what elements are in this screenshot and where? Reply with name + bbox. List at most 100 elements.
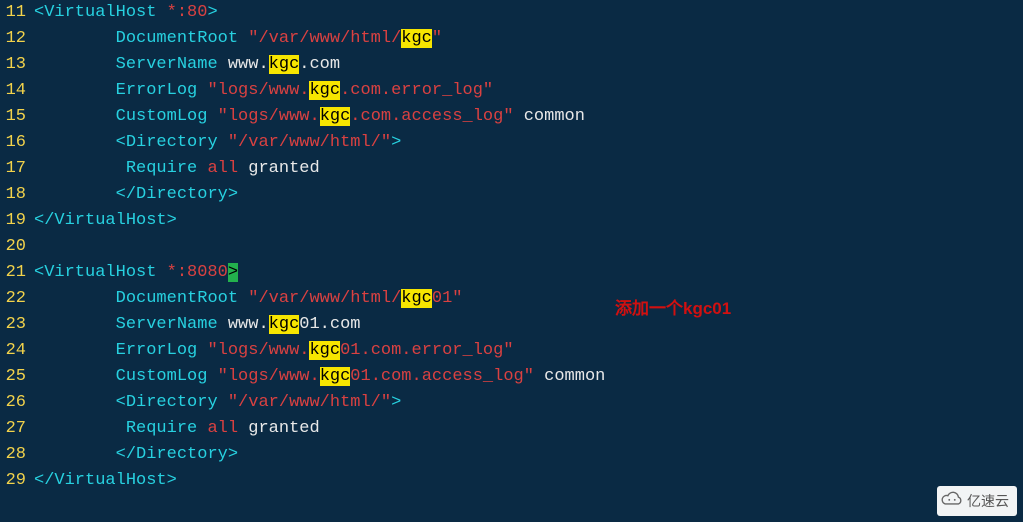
- token-hl: kgc: [309, 341, 340, 360]
- token-angle: >: [228, 445, 238, 464]
- token-str: "logs/www.: [218, 107, 320, 126]
- token-plain: [34, 341, 116, 360]
- code-content: </VirtualHost>: [34, 208, 1023, 234]
- code-content: <VirtualHost *:8080>: [34, 260, 1023, 286]
- code-line: 11<VirtualHost *:80>: [0, 0, 1023, 26]
- token-plain: www.: [218, 315, 269, 334]
- annotation-prefix: 添加一个: [615, 299, 683, 318]
- token-angle: <: [34, 3, 44, 22]
- code-content: ErrorLog "logs/www.kgc.com.error_log": [34, 78, 1023, 104]
- token-plain: [238, 29, 248, 48]
- token-plain: [207, 107, 217, 126]
- line-number: 19: [0, 208, 34, 234]
- code-line: 27 Require all granted: [0, 416, 1023, 442]
- line-number: 12: [0, 26, 34, 52]
- token-plain: [34, 133, 116, 152]
- line-number: 13: [0, 52, 34, 78]
- token-plain: [34, 107, 116, 126]
- token-kwcyan: CustomLog: [116, 367, 208, 386]
- token-plain: common: [514, 107, 585, 126]
- line-number: 26: [0, 390, 34, 416]
- line-number: 27: [0, 416, 34, 442]
- token-plain: [197, 159, 207, 178]
- token-hl: kgc: [269, 55, 300, 74]
- code-line: 13 ServerName www.kgc.com: [0, 52, 1023, 78]
- token-angle: </: [34, 211, 54, 230]
- line-number: 18: [0, 182, 34, 208]
- token-str: "/var/www/html/": [228, 393, 391, 412]
- token-tag: Directory: [126, 133, 218, 152]
- token-kwcyan: ErrorLog: [116, 341, 198, 360]
- code-line: 15 CustomLog "logs/www.kgc.com.access_lo…: [0, 104, 1023, 130]
- token-kwcyan: Require: [126, 419, 197, 438]
- token-plain: [34, 81, 116, 100]
- token-angle: <: [116, 393, 126, 412]
- token-plain: 01.com: [299, 315, 360, 334]
- token-str: "logs/www.: [207, 81, 309, 100]
- token-kwcyan: CustomLog: [116, 107, 208, 126]
- line-number: 17: [0, 156, 34, 182]
- token-str: 01.com.error_log": [340, 341, 513, 360]
- token-str: "/var/www/html/": [228, 133, 391, 152]
- token-plain: [156, 263, 166, 282]
- token-plain: [218, 133, 228, 152]
- token-tag: VirtualHost: [54, 471, 166, 490]
- token-plain: www.: [218, 55, 269, 74]
- token-str: 01": [432, 289, 463, 308]
- token-plain: common: [534, 367, 605, 386]
- line-number: 14: [0, 78, 34, 104]
- token-angle: </: [34, 471, 54, 490]
- code-content: DocumentRoot "/var/www/html/kgc": [34, 26, 1023, 52]
- token-str: .com.access_log": [350, 107, 513, 126]
- code-content: CustomLog "logs/www.kgc01.com.access_log…: [34, 364, 1023, 390]
- token-plain: [238, 289, 248, 308]
- token-plain: [207, 367, 217, 386]
- token-plain: [197, 81, 207, 100]
- annotation-text: 添加一个kgc01: [615, 296, 731, 322]
- token-plain: granted: [238, 419, 320, 438]
- token-str: "logs/www.: [218, 367, 320, 386]
- cloud-icon: [941, 488, 963, 514]
- line-number: 23: [0, 312, 34, 338]
- code-content: <VirtualHost *:80>: [34, 0, 1023, 26]
- token-plain: [34, 29, 116, 48]
- token-plain: [34, 315, 116, 334]
- code-line: 24 ErrorLog "logs/www.kgc01.com.error_lo…: [0, 338, 1023, 364]
- code-content: Require all granted: [34, 416, 1023, 442]
- token-angle: >: [167, 471, 177, 490]
- token-angle: >: [207, 3, 217, 22]
- code-line: 17 Require all granted: [0, 156, 1023, 182]
- token-tag: Directory: [126, 393, 218, 412]
- token-attr: *:8080: [167, 263, 228, 282]
- code-line: 23 ServerName www.kgc01.com: [0, 312, 1023, 338]
- token-plain: .com: [299, 55, 340, 74]
- line-number: 15: [0, 104, 34, 130]
- code-line: 20: [0, 234, 1023, 260]
- token-hl: kgc: [401, 289, 432, 308]
- code-line: 26 <Directory "/var/www/html/">: [0, 390, 1023, 416]
- code-line: 21<VirtualHost *:8080>: [0, 260, 1023, 286]
- token-plain: [34, 159, 126, 178]
- token-str: .com.error_log": [340, 81, 493, 100]
- token-kwcyan: ServerName: [116, 55, 218, 74]
- token-angle: >: [167, 211, 177, 230]
- code-line: 16 <Directory "/var/www/html/">: [0, 130, 1023, 156]
- token-plain: [34, 419, 126, 438]
- token-angle: </: [116, 445, 136, 464]
- watermark: 亿速云: [937, 486, 1017, 516]
- code-content: DocumentRoot "/var/www/html/kgc01": [34, 286, 1023, 312]
- token-plain: [34, 55, 116, 74]
- token-plain: [197, 341, 207, 360]
- token-str: "/var/www/html/: [248, 29, 401, 48]
- token-plain: [156, 3, 166, 22]
- token-tag: VirtualHost: [54, 211, 166, 230]
- token-kwcyan: DocumentRoot: [116, 289, 238, 308]
- token-cursor: >: [228, 263, 238, 282]
- line-number: 21: [0, 260, 34, 286]
- code-content: </VirtualHost>: [34, 468, 1023, 494]
- line-number: 24: [0, 338, 34, 364]
- token-plain: [34, 289, 116, 308]
- token-kwcyan: DocumentRoot: [116, 29, 238, 48]
- token-tag: Directory: [136, 185, 228, 204]
- token-tag: VirtualHost: [44, 3, 156, 22]
